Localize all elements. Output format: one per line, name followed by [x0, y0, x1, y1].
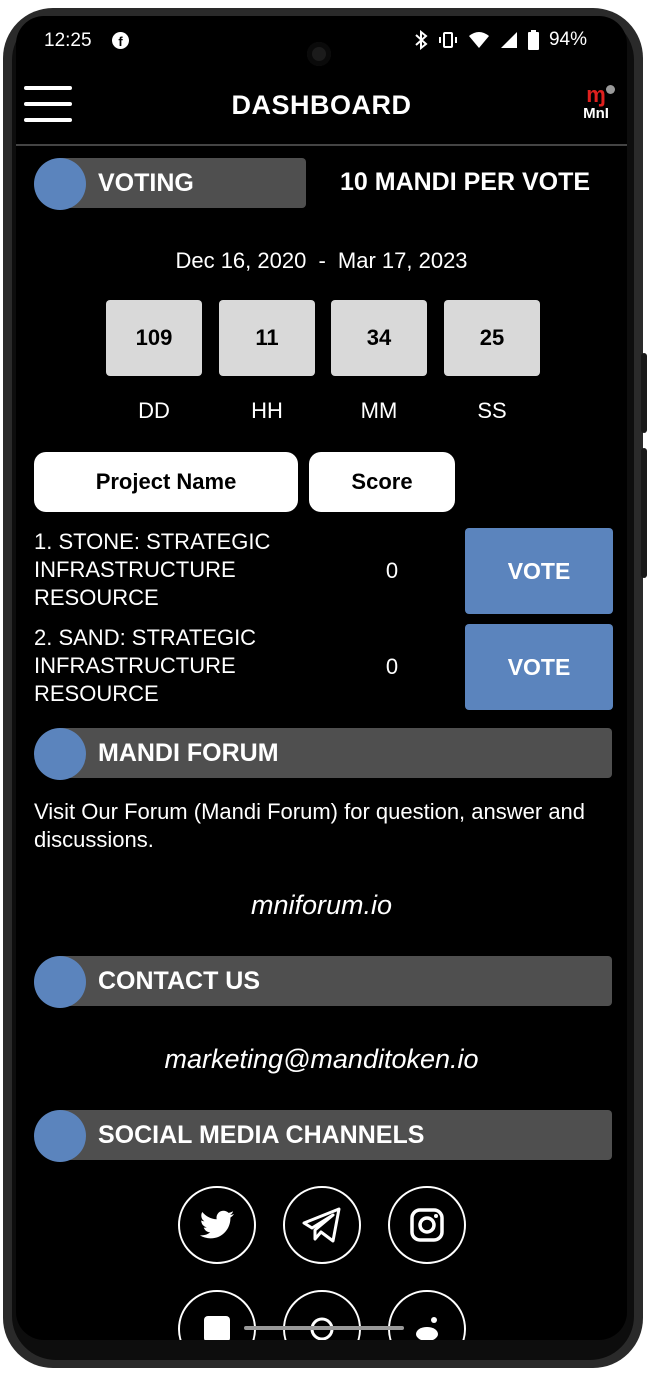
- contact-email-link[interactable]: marketing@manditoken.io: [16, 1044, 627, 1075]
- vibrate-icon: [438, 32, 457, 48]
- bluetooth-icon: [415, 30, 428, 50]
- date-separator: -: [318, 248, 326, 273]
- project-row: 2. SAND: STRATEGIC INFRASTRUCTURE RESOUR…: [34, 624, 613, 712]
- status-icons: 94%: [414, 29, 587, 51]
- countdown-seconds: 25: [444, 300, 540, 376]
- contact-section-header: CONTACT US: [34, 956, 612, 1008]
- wifi-icon: [468, 32, 489, 48]
- vote-button[interactable]: VOTE: [465, 528, 613, 614]
- screen: 12:25 f 94% DASHBOARD ɱ MnI VOTING 10 MA…: [16, 16, 627, 1340]
- telegram-button[interactable]: [283, 1186, 361, 1264]
- battery-level: 94%: [548, 29, 587, 50]
- countdown-days-label: DD: [138, 398, 170, 423]
- end-date: Mar 17, 2023: [337, 248, 468, 273]
- vote-button[interactable]: VOTE: [465, 624, 613, 710]
- status-time: 12:25: [44, 30, 92, 51]
- section-bullet-icon: [34, 956, 86, 1008]
- project-score: 0: [385, 558, 399, 583]
- power-button: [641, 448, 647, 578]
- social-section-header: SOCIAL MEDIA CHANNELS: [34, 1110, 612, 1162]
- countdown-minutes-label: MM: [360, 398, 398, 423]
- project-name-column-header: Project Name: [34, 452, 298, 512]
- volume-button: [641, 353, 647, 433]
- facebook-button[interactable]: [178, 1290, 256, 1340]
- countdown-days: 109: [106, 300, 202, 376]
- forum-description: Visit Our Forum (Mandi Forum) for questi…: [34, 799, 586, 852]
- logo-dot: [606, 85, 615, 94]
- facebook-notification-icon: f: [112, 32, 129, 49]
- section-bullet-icon: [34, 728, 86, 780]
- project-name: 2. SAND: STRATEGIC INFRASTRUCTURE RESOUR…: [34, 625, 257, 706]
- score-column-header: Score: [309, 452, 455, 512]
- medium-button[interactable]: [283, 1290, 361, 1340]
- instagram-button[interactable]: [388, 1186, 466, 1264]
- twitter-icon: [199, 1210, 234, 1239]
- battery-icon: [527, 30, 539, 50]
- per-vote-price: 10 MANDI PER VOTE: [340, 168, 591, 196]
- social-section-label: SOCIAL MEDIA CHANNELS: [98, 1121, 425, 1149]
- reddit-button[interactable]: [388, 1290, 466, 1340]
- forum-section-header: MANDI FORUM: [34, 728, 612, 780]
- app-logo: ɱ MnI: [577, 84, 615, 128]
- section-bullet-icon: [34, 158, 86, 210]
- twitter-button[interactable]: [178, 1186, 256, 1264]
- countdown-minutes: 34: [331, 300, 427, 376]
- home-indicator[interactable]: [244, 1326, 404, 1330]
- section-bullet-icon: [34, 1110, 86, 1162]
- app-header: DASHBOARD ɱ MnI: [16, 80, 627, 146]
- reddit-icon: [416, 1317, 438, 1340]
- start-date: Dec 16, 2020: [175, 248, 307, 273]
- instagram-icon: [410, 1208, 444, 1242]
- voting-section-label: VOTING: [98, 169, 194, 197]
- forum-section-label: MANDI FORUM: [98, 739, 279, 767]
- signal-icon: [500, 32, 517, 48]
- project-row: 1. STONE: STRATEGIC INFRASTRUCTURE RESOU…: [34, 528, 613, 616]
- contact-section-label: CONTACT US: [98, 967, 261, 995]
- page-title: DASHBOARD: [231, 90, 412, 120]
- voting-section-header: VOTING: [34, 158, 306, 210]
- forum-link[interactable]: mniforum.io: [16, 890, 627, 921]
- countdown-hours-label: HH: [251, 398, 283, 423]
- logo-text: MnI: [583, 105, 609, 122]
- front-camera: [307, 42, 331, 66]
- telegram-icon: [302, 1207, 341, 1243]
- facebook-icon: [204, 1316, 230, 1340]
- project-score: 0: [385, 654, 399, 679]
- countdown-seconds-label: SS: [477, 398, 507, 423]
- countdown-hours: 11: [219, 300, 315, 376]
- project-name: 1. STONE: STRATEGIC INFRASTRUCTURE RESOU…: [34, 529, 271, 610]
- voting-date-range: Dec 16, 2020 - Mar 17, 2023: [16, 248, 627, 274]
